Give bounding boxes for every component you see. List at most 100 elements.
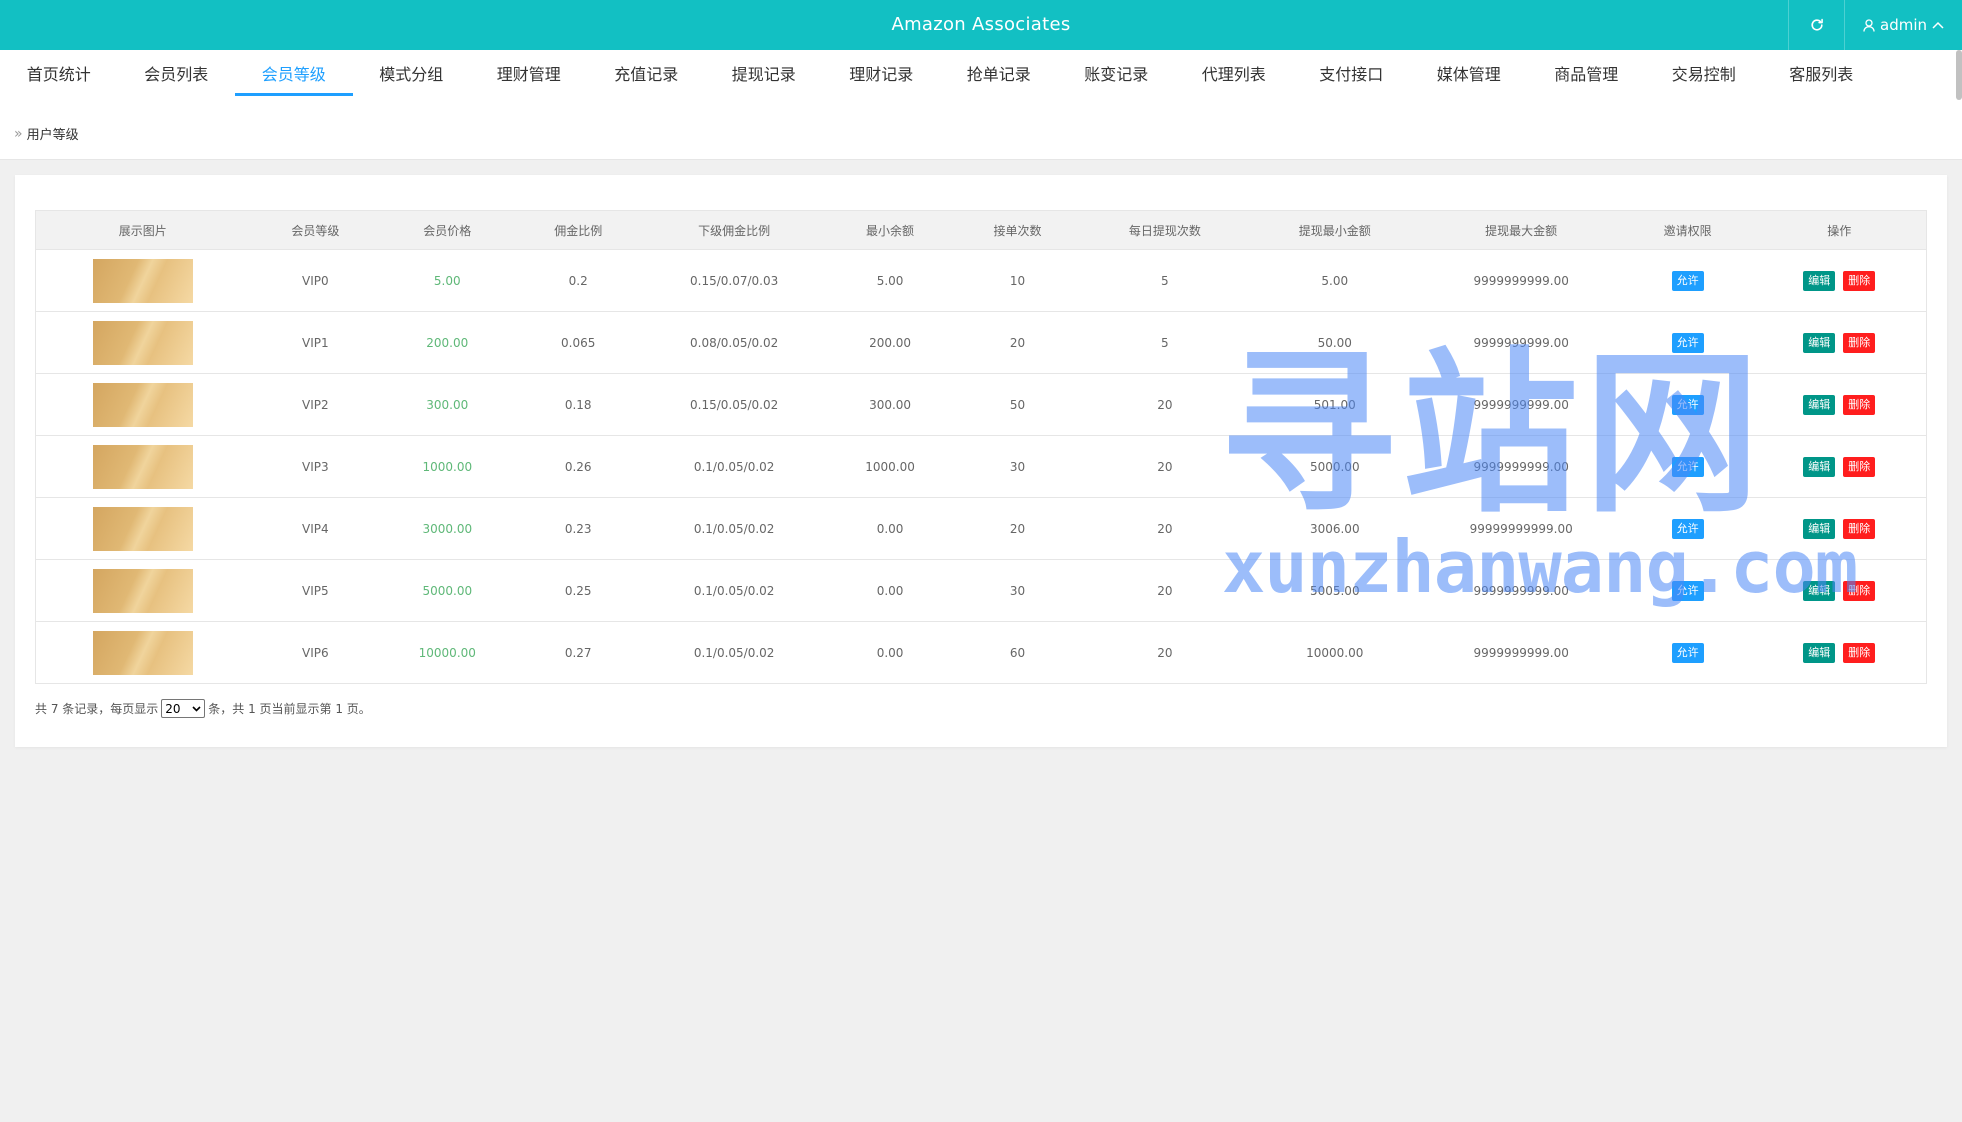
level-thumbnail[interactable] <box>92 506 193 551</box>
delete-button[interactable]: 删除 <box>1843 332 1876 353</box>
tab-15[interactable]: 交易控制 <box>1645 50 1763 96</box>
tab-2[interactable]: 会员列表 <box>118 50 236 96</box>
cell-commission: 0.27 <box>513 621 644 684</box>
cell-withdraw-min: 50.00 <box>1249 311 1420 374</box>
edit-button[interactable]: 编辑 <box>1803 580 1836 601</box>
table-row: VIP0 5.00 0.2 0.15/0.07/0.03 5.00 10 5 5.00 9999… <box>35 249 1927 312</box>
page-scrollbar[interactable] <box>1956 50 1962 100</box>
edit-button[interactable]: 编辑 <box>1803 270 1836 291</box>
tab-6[interactable]: 充值记录 <box>588 50 706 96</box>
level-thumbnail[interactable] <box>92 320 193 365</box>
breadcrumb: » 用户等级 <box>14 124 79 144</box>
tab-1[interactable]: 首页统计 <box>0 50 118 96</box>
table-row: VIP4 3000.00 0.23 0.1/0.05/0.02 0.00 20 20 3006… <box>35 497 1927 560</box>
delete-button[interactable]: 删除 <box>1843 394 1876 415</box>
cell-sub-commission: 0.15/0.07/0.03 <box>643 249 826 312</box>
tab-12[interactable]: 支付接口 <box>1293 50 1411 96</box>
delete-button[interactable]: 删除 <box>1843 456 1876 477</box>
cell-image <box>35 311 250 374</box>
cell-price: 5000.00 <box>381 559 514 622</box>
nav-bar: 首页统计 会员列表 会员等级 模式分组 理财管理 充值记录 提现记录 理财记录 抢单记录 账变记录… <box>0 50 1962 160</box>
tab-9[interactable]: 抢单记录 <box>940 50 1058 96</box>
cell-sub-commission: 0.1/0.05/0.02 <box>643 435 826 498</box>
cell-orders: 50 <box>955 373 1080 436</box>
table-body: VIP0 5.00 0.2 0.15/0.07/0.03 5.00 10 5 5.00 9999… <box>35 249 1927 684</box>
page-size-value: 20 <box>165 701 181 716</box>
invite-allow-button[interactable]: 允许 <box>1671 456 1704 477</box>
invite-allow-button[interactable]: 允许 <box>1671 518 1704 539</box>
tab-14[interactable]: 商品管理 <box>1528 50 1646 96</box>
table-row: VIP3 1000.00 0.26 0.1/0.05/0.02 1000.00 30 20 5… <box>35 435 1927 498</box>
cell-actions: 编辑 删除 <box>1752 497 1927 560</box>
cell-level: VIP1 <box>249 311 382 374</box>
tab-4[interactable]: 模式分组 <box>353 50 471 96</box>
nav-tabs: 首页统计 会员列表 会员等级 模式分组 理财管理 充值记录 提现记录 理财记录 抢单记录 账变记录… <box>0 50 1880 96</box>
cell-price: 1000.00 <box>381 435 514 498</box>
column-header: 接单次数 <box>955 210 1080 250</box>
delete-button[interactable]: 删除 <box>1843 580 1876 601</box>
level-thumbnail[interactable] <box>92 258 193 303</box>
user-icon <box>1863 18 1875 32</box>
edit-button[interactable]: 编辑 <box>1803 332 1836 353</box>
cell-withdraw-min: 5005.00 <box>1249 559 1420 622</box>
invite-allow-button[interactable]: 允许 <box>1671 332 1704 353</box>
vip-level-table: 展示图片 会员等级 会员价格 佣金比例 下级佣金比例 最小余额 接单次数 每日提现次数 提现最小… <box>35 210 1927 684</box>
column-header: 下级佣金比例 <box>643 210 826 250</box>
cell-daily-withdrawals: 20 <box>1079 497 1250 560</box>
level-thumbnail[interactable] <box>92 630 193 675</box>
refresh-button[interactable] <box>1788 0 1844 50</box>
content-card: 展示图片 会员等级 会员价格 佣金比例 下级佣金比例 最小余额 接单次数 每日提现次数 提现最小… <box>15 175 1947 747</box>
cell-sub-commission: 0.15/0.05/0.02 <box>643 373 826 436</box>
column-header: 会员价格 <box>381 210 514 250</box>
cell-withdraw-min: 5000.00 <box>1249 435 1420 498</box>
cell-orders: 20 <box>955 311 1080 374</box>
edit-button[interactable]: 编辑 <box>1803 642 1836 663</box>
user-menu[interactable]: admin <box>1844 0 1962 50</box>
pager-prefix: 共 7 条记录，每页显示 <box>35 702 159 716</box>
tab-3[interactable]: 会员等级 <box>235 50 353 96</box>
delete-button[interactable]: 删除 <box>1843 518 1876 539</box>
cell-actions: 编辑 删除 <box>1752 559 1927 622</box>
invite-allow-button[interactable]: 允许 <box>1671 642 1704 663</box>
cell-withdraw-max: 99999999999.00 <box>1419 497 1623 560</box>
delete-button[interactable]: 删除 <box>1843 270 1876 291</box>
tab-10[interactable]: 账变记录 <box>1058 50 1176 96</box>
table-row: VIP1 200.00 0.065 0.08/0.05/0.02 200.00 20 5 50… <box>35 311 1927 374</box>
tab-11[interactable]: 代理列表 <box>1175 50 1293 96</box>
cell-daily-withdrawals: 5 <box>1079 311 1250 374</box>
pager-suffix: 条，共 1 页当前显示第 1 页。 <box>208 702 371 716</box>
chevron-up-icon <box>1932 21 1944 29</box>
level-thumbnail[interactable] <box>92 568 193 613</box>
delete-button[interactable]: 删除 <box>1843 642 1876 663</box>
column-header: 每日提现次数 <box>1079 210 1250 250</box>
level-thumbnail[interactable] <box>92 444 193 489</box>
tab-13[interactable]: 媒体管理 <box>1410 50 1528 96</box>
cell-image <box>35 435 250 498</box>
column-header: 提现最小金额 <box>1249 210 1420 250</box>
edit-button[interactable]: 编辑 <box>1803 518 1836 539</box>
invite-allow-button[interactable]: 允许 <box>1671 270 1704 291</box>
tab-5[interactable]: 理财管理 <box>470 50 588 96</box>
cell-level: VIP0 <box>249 249 382 312</box>
column-header: 最小余额 <box>825 210 956 250</box>
column-header: 会员等级 <box>249 210 382 250</box>
tab-8[interactable]: 理财记录 <box>823 50 941 96</box>
invite-allow-button[interactable]: 允许 <box>1671 394 1704 415</box>
cell-min-balance: 0.00 <box>825 621 956 684</box>
edit-button[interactable]: 编辑 <box>1803 456 1836 477</box>
level-thumbnail[interactable] <box>92 382 193 427</box>
column-header: 展示图片 <box>35 210 250 250</box>
cell-withdraw-min: 5.00 <box>1249 249 1420 312</box>
cell-orders: 20 <box>955 497 1080 560</box>
tab-7[interactable]: 提现记录 <box>705 50 823 96</box>
page-size-select[interactable]: 20 <box>161 699 206 718</box>
table-header-row: 展示图片 会员等级 会员价格 佣金比例 下级佣金比例 最小余额 接单次数 每日提现次数 提现最小… <box>35 210 1927 250</box>
column-header: 提现最大金额 <box>1419 210 1623 250</box>
cell-min-balance: 1000.00 <box>825 435 956 498</box>
cell-sub-commission: 0.1/0.05/0.02 <box>643 559 826 622</box>
edit-button[interactable]: 编辑 <box>1803 394 1836 415</box>
tab-16[interactable]: 客服列表 <box>1763 50 1881 96</box>
cell-image <box>35 559 250 622</box>
invite-allow-button[interactable]: 允许 <box>1671 580 1704 601</box>
cell-sub-commission: 0.08/0.05/0.02 <box>643 311 826 374</box>
